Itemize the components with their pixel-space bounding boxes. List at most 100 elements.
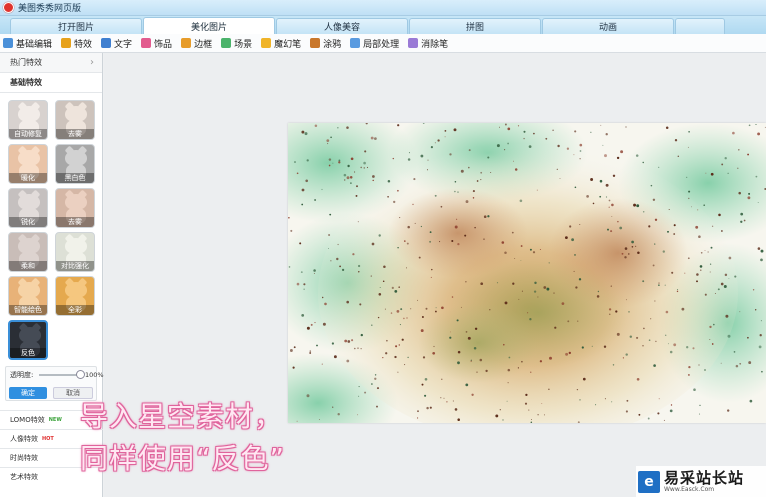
star-speck <box>394 355 397 359</box>
star-speck <box>420 225 423 228</box>
star-speck <box>631 245 634 248</box>
edited-image[interactable] <box>288 123 766 423</box>
star-speck <box>299 242 302 245</box>
toolbar-item[interactable]: 局部处理 <box>350 37 399 50</box>
toolbar-item[interactable]: 边框 <box>181 37 212 50</box>
effect-thumbnail[interactable]: 对比强化 <box>55 232 95 272</box>
toolbar-item[interactable]: 饰品 <box>141 37 172 50</box>
tab-beautify-image[interactable]: 美化图片 <box>143 17 275 34</box>
basic-effects-row[interactable]: 基础特效 <box>0 73 102 93</box>
star-speck <box>655 340 657 343</box>
star-speck <box>417 299 418 301</box>
effect-thumbnail[interactable]: 反色 <box>8 320 48 360</box>
star-speck <box>313 269 316 272</box>
star-speck <box>673 233 676 235</box>
effect-category-label: 时尚特效 <box>10 454 38 462</box>
star-speck <box>338 159 341 162</box>
effect-category-badge: NEW <box>48 417 62 423</box>
star-speck <box>503 343 505 346</box>
tab-portrait-beauty[interactable]: 人像美容 <box>276 18 408 34</box>
star-speck <box>698 413 701 415</box>
star-speck <box>602 144 604 146</box>
star-speck <box>761 370 763 373</box>
star-speck <box>397 124 400 127</box>
star-speck <box>635 154 639 157</box>
star-speck <box>564 236 568 240</box>
star-speck <box>387 180 391 183</box>
effect-thumbnail[interactable]: 自动修复 <box>8 100 48 140</box>
star-speck <box>343 173 347 177</box>
effect-thumbnail[interactable]: 暖化 <box>8 144 48 184</box>
star-speck <box>605 196 608 198</box>
star-speck <box>574 186 577 189</box>
toolbar-item[interactable]: 特效 <box>61 37 92 50</box>
tab-open-image[interactable]: 打开图片 <box>10 18 142 34</box>
star-speck <box>429 240 432 243</box>
star-speck <box>733 351 736 353</box>
star-speck <box>629 335 633 338</box>
star-speck <box>358 386 360 388</box>
star-speck <box>303 288 305 290</box>
star-speck <box>622 357 625 359</box>
effect-thumbnail[interactable]: 去雾 <box>55 188 95 228</box>
star-speck <box>330 136 332 139</box>
toolbar-item[interactable]: 基础编辑 <box>3 37 52 50</box>
star-speck <box>571 238 574 242</box>
toolbar-item[interactable]: 文字 <box>101 37 132 50</box>
effect-thumbnail[interactable]: 去雾 <box>55 100 95 140</box>
star-speck <box>523 137 525 140</box>
effect-thumbnail[interactable]: 全彩 <box>55 276 95 316</box>
star-speck <box>440 397 442 399</box>
toolbar-item[interactable]: 消除笔 <box>408 37 448 50</box>
star-speck <box>472 197 475 199</box>
star-speck <box>657 412 660 415</box>
effect-thumbnail[interactable]: 锐化 <box>8 188 48 228</box>
confirm-button[interactable]: 确定 <box>9 387 47 399</box>
star-speck <box>363 167 366 169</box>
star-speck <box>695 225 699 229</box>
star-speck <box>568 351 571 355</box>
star-speck <box>326 139 330 142</box>
star-speck <box>397 189 399 192</box>
tab-label: 打开图片 <box>57 23 94 33</box>
star-speck <box>638 413 641 416</box>
hot-effects-row[interactable]: 热门特效 › <box>0 53 102 73</box>
star-speck <box>454 225 458 229</box>
star-speck <box>676 290 679 293</box>
effect-thumbnail[interactable]: 黑白色 <box>55 144 95 184</box>
opacity-slider-track[interactable] <box>39 374 81 376</box>
opacity-slider-handle[interactable] <box>76 370 85 379</box>
star-speck <box>294 161 296 163</box>
site-watermark: e 易采站长站 Www.Easck.Com <box>636 466 766 497</box>
star-speck <box>621 252 624 255</box>
tab-overflow[interactable] <box>675 18 725 34</box>
star-speck <box>314 199 317 201</box>
star-speck <box>673 224 676 227</box>
star-speck <box>578 278 582 281</box>
effect-thumbnail[interactable]: 柔和 <box>8 232 48 272</box>
star-speck <box>553 292 555 294</box>
toolbar-item[interactable]: 魔幻笔 <box>261 37 301 50</box>
star-speck <box>346 300 349 304</box>
tab-animation[interactable]: 动画 <box>542 18 674 34</box>
star-speck <box>548 388 550 390</box>
tab-collage[interactable]: 拼图 <box>409 18 541 34</box>
star-speck <box>696 280 698 283</box>
star-speck <box>665 310 669 314</box>
star-speck <box>303 283 306 286</box>
star-speck <box>355 194 358 197</box>
star-speck <box>301 314 305 317</box>
star-speck <box>517 367 520 369</box>
star-speck <box>446 400 448 403</box>
star-speck <box>444 136 446 138</box>
star-speck <box>457 242 460 246</box>
star-speck <box>464 234 467 237</box>
effect-thumbnail[interactable]: 智能绘色 <box>8 276 48 316</box>
star-speck <box>531 418 532 420</box>
toolbar-item[interactable]: 场景 <box>221 37 252 50</box>
toolbar-item[interactable]: 涂鸦 <box>310 37 341 50</box>
star-speck <box>454 190 456 193</box>
star-speck <box>394 290 398 293</box>
star-speck <box>417 410 419 413</box>
star-speck <box>704 293 707 296</box>
